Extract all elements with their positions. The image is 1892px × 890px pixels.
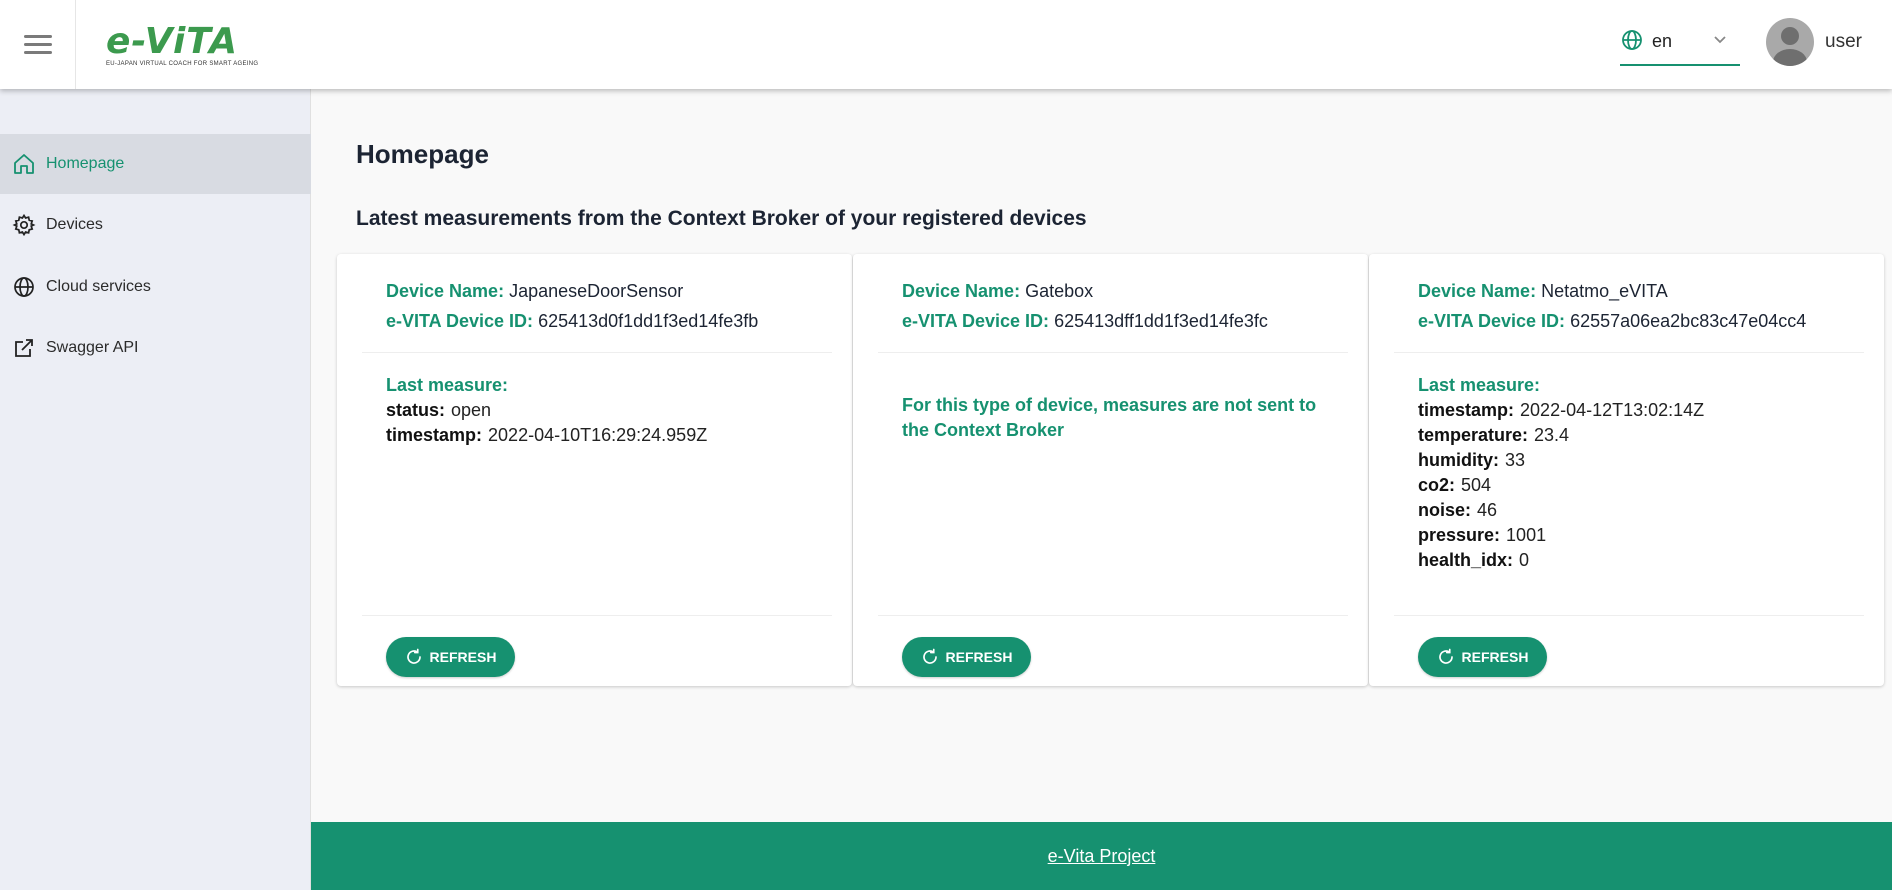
main-content: Homepage Latest measurements from the Co… [311,89,1892,822]
refresh-icon [1438,648,1453,664]
section-title: Latest measurements from the Context Bro… [356,207,1087,230]
measure-row: humidity: 33 [1418,448,1704,473]
device-id-value: 62557a06ea2bc83c47e04cc4 [1570,311,1807,331]
measure-row: timestamp: 2022-04-10T16:29:24.959Z [386,423,707,448]
refresh-icon [922,648,937,664]
measure-key: status: [386,400,446,420]
measure-row: health_idx: 0 [1418,548,1704,573]
device-name-label: Device Name: [386,281,505,301]
measure-value: 1001 [1506,525,1547,545]
measure-row: pressure: 1001 [1418,523,1704,548]
device-header: Device Name: JapaneseDoorSensor e-VITA D… [386,276,758,336]
globe-icon [14,277,34,297]
divider [878,352,1348,353]
home-icon [14,154,34,174]
device-name-value: Gatebox [1025,281,1094,301]
divider [362,352,832,353]
logo-wordmark: e-ViTA [106,21,238,62]
measure-value: 23.4 [1534,425,1570,445]
last-measure-label: Last measure: [1418,375,1541,395]
device-header: Device Name: Netatmo_eVITA e-VITA Device… [1418,276,1806,336]
measure-value: 46 [1477,500,1498,520]
measurements: Last measure: status: open timestamp: 2022… [386,373,707,448]
chevron-down-icon [1714,36,1726,44]
refresh-button[interactable]: REFRESH [1418,637,1547,677]
measure-key: humidity: [1418,450,1499,470]
gear-icon [12,213,36,237]
sidebar: Homepage Devices Cloud services Swagger … [0,89,311,890]
avatar[interactable] [1766,18,1814,66]
sidebar-item-label: Homepage [46,155,125,172]
top-app-bar: e-ViTA EU-JAPAN VIRTUAL COACH FOR SMART … [0,0,1892,89]
device-id-label: e-VITA Device ID: [386,311,534,331]
device-card: Device Name: Gatebox e-VITA Device ID: 6… [853,254,1368,686]
language-value: en [1652,31,1673,51]
device-id-label: e-VITA Device ID: [1418,311,1566,331]
footer: e-Vita Project [311,822,1892,890]
refresh-button[interactable]: REFRESH [386,637,515,677]
measure-value: 33 [1505,450,1526,470]
sidebar-item-homepage[interactable]: Homepage [0,134,311,194]
menu-button[interactable] [0,0,76,89]
refresh-label: REFRESH [945,649,1013,665]
sidebar-item-swagger-api[interactable]: Swagger API [0,318,311,378]
device-id-label: e-VITA Device ID: [902,311,1050,331]
measure-row: noise: 46 [1418,498,1704,523]
sidebar-item-label: Swagger API [46,339,139,356]
user-icon [1773,27,1807,66]
last-measure-label: Last measure: [386,375,509,395]
measure-value: 0 [1519,550,1530,570]
refresh-label: REFRESH [429,649,497,665]
page-title: Homepage [356,139,489,169]
footer-project-link[interactable]: e-Vita Project [1048,846,1156,867]
measure-row: temperature: 23.4 [1418,423,1704,448]
external-link-icon [15,339,33,357]
device-id-value: 625413dff1dd1f3ed14fe3fc [1054,311,1268,331]
measure-key: timestamp: [386,425,483,445]
device-header: Device Name: Gatebox e-VITA Device ID: 6… [902,276,1268,336]
measure-value: open [451,400,492,420]
device-name-label: Device Name: [902,281,1021,301]
sidebar-item-label: Devices [46,216,103,233]
globe-icon [1622,30,1642,50]
no-measures-note: For this type of device, measures are no… [902,395,1317,440]
username[interactable]: user [1825,31,1862,53]
sidebar-item-devices[interactable]: Devices [0,195,311,255]
divider [878,615,1348,616]
refresh-label: REFRESH [1461,649,1529,665]
sidebar-item-label: Cloud services [46,278,151,295]
measure-key: noise: [1418,500,1472,520]
divider [362,615,832,616]
measure-row: co2: 504 [1418,473,1704,498]
logo-subtitle: EU-JAPAN VIRTUAL COACH FOR SMART AGEING [106,61,259,67]
device-name-label: Device Name: [1418,281,1537,301]
device-name-value: Netatmo_eVITA [1541,281,1668,301]
device-card: Device Name: Netatmo_eVITA e-VITA Device… [1369,254,1884,686]
device-card: Device Name: JapaneseDoorSensor e-VITA D… [337,254,852,686]
refresh-icon [406,648,421,664]
measure-key: temperature: [1418,425,1529,445]
device-name-value: JapaneseDoorSensor [509,281,684,301]
divider [1394,352,1864,353]
measure-key: pressure: [1418,525,1501,545]
measure-key: health_idx: [1418,550,1514,570]
measure-row: status: open [386,398,707,423]
language-select[interactable]: en [1620,24,1740,66]
measure-value: 2022-04-10T16:29:24.959Z [488,425,708,445]
sidebar-item-cloud-services[interactable]: Cloud services [0,257,311,317]
measure-value: 2022-04-12T13:02:14Z [1520,400,1705,420]
measure-row: timestamp: 2022-04-12T13:02:14Z [1418,398,1704,423]
measurements: Last measure: timestamp: 2022-04-12T13:02… [1418,373,1704,573]
measure-value: 504 [1461,475,1492,495]
measure-key: timestamp: [1418,400,1515,420]
evita-logo[interactable]: e-ViTA EU-JAPAN VIRTUAL COACH FOR SMART … [106,21,259,70]
refresh-button[interactable]: REFRESH [902,637,1031,677]
hamburger-icon [23,34,52,55]
device-id-value: 625413d0f1dd1f3ed14fe3fb [538,311,759,331]
divider [1394,615,1864,616]
measure-key: co2: [1418,475,1456,495]
